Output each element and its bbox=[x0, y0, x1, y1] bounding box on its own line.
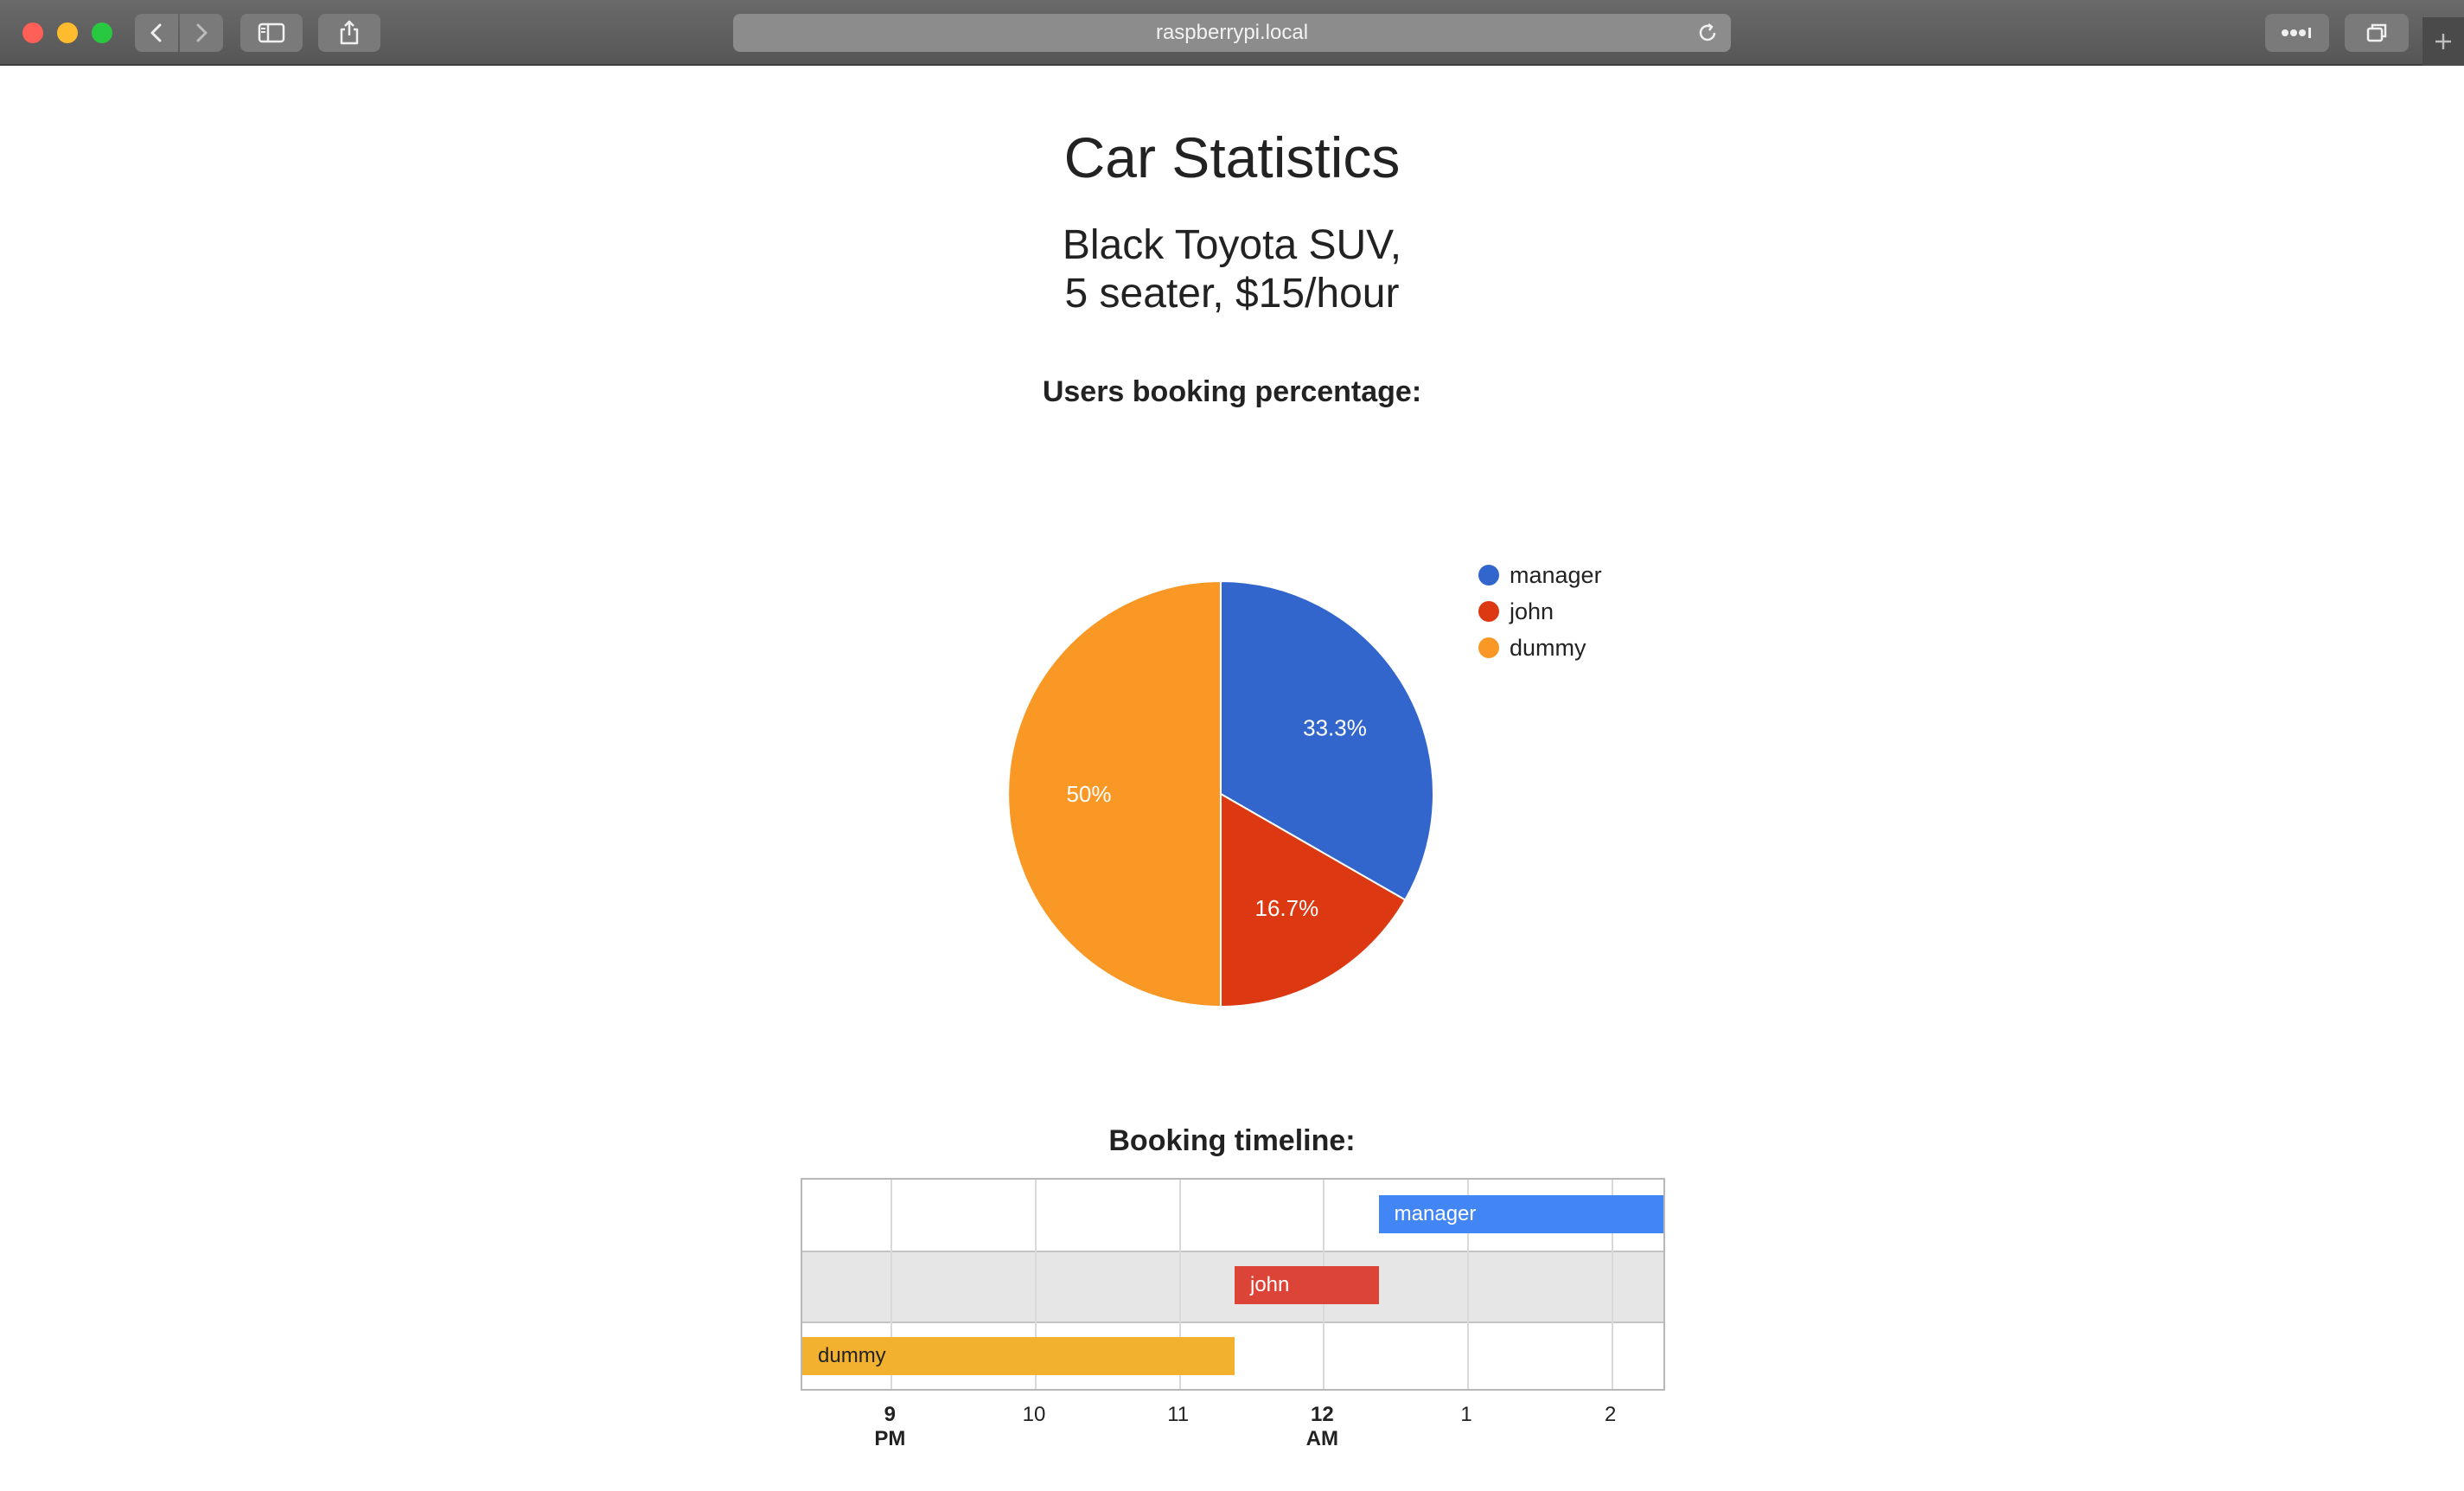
forward-button[interactable] bbox=[180, 14, 223, 52]
plus-icon bbox=[2435, 34, 2451, 49]
back-button[interactable] bbox=[135, 14, 178, 52]
pie-chart-heading: Users booking percentage: bbox=[1042, 375, 1422, 408]
browser-toolbar: raspberrypi.local bbox=[0, 0, 2464, 66]
timeline-bar-john[interactable]: john bbox=[1235, 1266, 1379, 1304]
legend-item-manager[interactable]: manager bbox=[1478, 557, 1602, 593]
page-content: Car Statistics Black Toyota SUV, 5 seate… bbox=[0, 67, 2464, 1491]
timeline-tick-label: 12 AM bbox=[1305, 1403, 1338, 1450]
reload-icon[interactable] bbox=[1696, 22, 1719, 44]
timeline-tick-label: 2 bbox=[1604, 1403, 1617, 1426]
more-icon bbox=[2282, 28, 2311, 38]
pie-slice-label-dummy: 50% bbox=[1066, 781, 1111, 807]
sidebar-icon bbox=[258, 22, 285, 43]
legend-swatch bbox=[1478, 637, 1499, 658]
timeline-tick-label: 11 bbox=[1167, 1403, 1190, 1426]
pie-slice-dummy[interactable] bbox=[1007, 579, 1222, 1008]
window-minimize-button[interactable] bbox=[57, 22, 78, 43]
legend-swatch bbox=[1478, 565, 1499, 586]
timeline-tick-label: 1 bbox=[1460, 1403, 1472, 1426]
timeline-bar-dummy[interactable]: dummy bbox=[802, 1337, 1235, 1375]
pie-slice-label-john: 16.7% bbox=[1255, 895, 1319, 921]
page-title: Car Statistics bbox=[1063, 125, 1401, 189]
address-bar[interactable]: raspberrypi.local bbox=[733, 14, 1731, 52]
window-close-button[interactable] bbox=[22, 22, 43, 43]
timeline-row bbox=[802, 1251, 1663, 1321]
share-icon bbox=[340, 20, 359, 45]
share-button[interactable] bbox=[318, 14, 380, 52]
legend-label: manager bbox=[1510, 561, 1602, 588]
legend-label: dummy bbox=[1510, 634, 1586, 661]
booking-pie-chart: 33.3% 16.7% 50% bbox=[1007, 579, 1434, 1008]
sidebar-button[interactable] bbox=[240, 14, 303, 52]
car-description: Black Toyota SUV, 5 seater, $15/hour bbox=[0, 221, 2464, 318]
legend-item-dummy[interactable]: dummy bbox=[1478, 630, 1602, 666]
car-description-line-1: Black Toyota SUV, bbox=[1062, 222, 1402, 268]
timeline-tick-label: 10 bbox=[1022, 1403, 1046, 1426]
timeline-plot-area: manager john dummy bbox=[801, 1178, 1665, 1391]
tabs-overview-button[interactable] bbox=[2345, 14, 2409, 52]
legend-swatch bbox=[1478, 601, 1499, 622]
timeline-bar-manager[interactable]: manager bbox=[1378, 1195, 1663, 1233]
window-zoom-button[interactable] bbox=[92, 22, 112, 43]
legend-label: john bbox=[1510, 598, 1554, 624]
timeline-tick-label: 9 PM bbox=[874, 1403, 906, 1450]
chevron-right-icon bbox=[196, 23, 207, 42]
timeline-heading: Booking timeline: bbox=[1108, 1124, 1356, 1157]
more-button[interactable] bbox=[2265, 14, 2329, 52]
pie-slice-label-manager: 33.3% bbox=[1303, 715, 1367, 741]
chevron-left-icon bbox=[150, 23, 162, 42]
legend-item-john[interactable]: john bbox=[1478, 593, 1602, 630]
new-tab-button[interactable] bbox=[2423, 17, 2464, 66]
tabs-overview-icon bbox=[2366, 23, 2387, 42]
car-description-line-2: 5 seater, $15/hour bbox=[1064, 271, 1400, 317]
pie-legend: manager john dummy bbox=[1478, 557, 1602, 666]
booking-timeline-chart: manager john dummy 9 PM 10 11 12 AM 1 2 bbox=[801, 1178, 1665, 1458]
address-text: raspberrypi.local bbox=[1155, 21, 1309, 44]
